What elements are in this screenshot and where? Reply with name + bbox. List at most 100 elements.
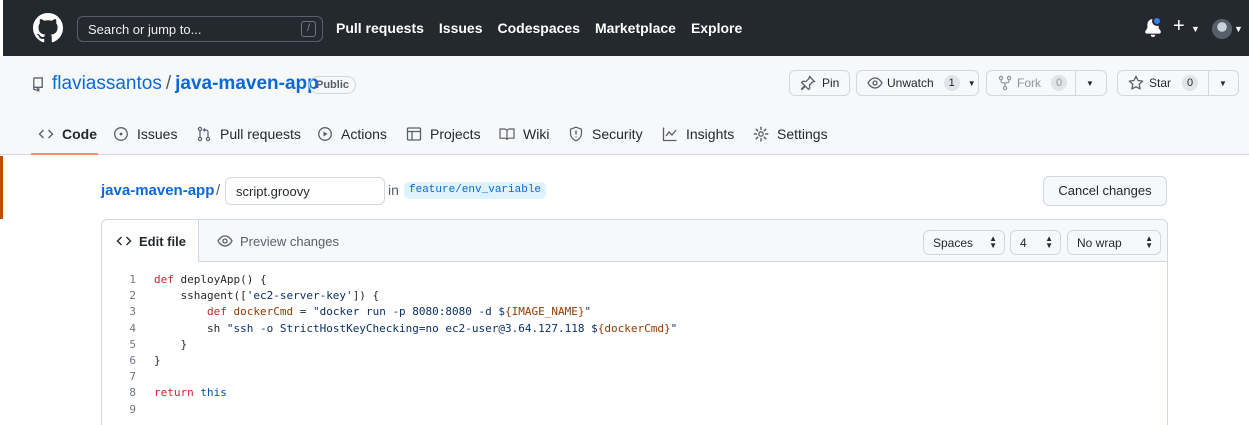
line-number: 1 bbox=[129, 273, 136, 286]
code-area[interactable]: 1 def deployApp() { 2 sshagent(['ec2-serv… bbox=[102, 272, 1167, 418]
code-line: 1 def deployApp() { bbox=[102, 272, 1167, 288]
eye-icon bbox=[867, 77, 883, 89]
editor-toolbar: Edit file Preview changes Spaces ▲ ▼ 4 ▲ ▼… bbox=[102, 220, 1167, 262]
fork-label: Fork bbox=[1017, 76, 1041, 90]
play-icon bbox=[318, 127, 332, 141]
tab-wiki[interactable]: Wiki bbox=[499, 126, 549, 142]
star-count: 0 bbox=[1182, 75, 1199, 91]
issue-opened-icon bbox=[114, 127, 128, 141]
line-content: } bbox=[154, 353, 161, 367]
code-line: 3 def dockerCmd = "docker run -p 8080:80… bbox=[102, 304, 1167, 320]
line-number: 5 bbox=[129, 337, 136, 351]
line-content: def deployApp() { bbox=[154, 273, 267, 286]
code-line: 2 sshagent(['ec2-server-key']) { bbox=[102, 288, 1167, 304]
unwatch-button[interactable]: Unwatch 1 ▼ bbox=[856, 70, 979, 96]
tab-preview-changes[interactable]: Preview changes bbox=[217, 233, 339, 249]
chevron-down-icon[interactable]: ▼ bbox=[1219, 79, 1227, 88]
nav-codespaces[interactable]: Codespaces bbox=[498, 20, 580, 36]
code-line: 9 bbox=[102, 402, 1167, 418]
tab-actions[interactable]: Actions bbox=[317, 126, 387, 142]
filename-input[interactable] bbox=[225, 177, 385, 205]
star-button[interactable]: Star 0 ▼ bbox=[1117, 70, 1239, 96]
pin-button[interactable]: Pin bbox=[789, 70, 850, 96]
line-content: sh "ssh -o StrictHostKeyChecking=no ec2-… bbox=[154, 321, 678, 335]
tab-projects-label: Projects bbox=[430, 126, 481, 142]
create-new-icon[interactable]: + bbox=[1173, 16, 1185, 36]
repo-title-separator: / bbox=[165, 73, 172, 94]
line-content: } bbox=[154, 337, 188, 351]
indent-mode-value: Spaces bbox=[933, 236, 974, 250]
line-number: 8 bbox=[129, 386, 136, 400]
search-shortcut-key: / bbox=[301, 21, 316, 37]
github-logo-icon[interactable] bbox=[33, 13, 63, 43]
wrap-mode-value: No wrap bbox=[1077, 236, 1122, 250]
avatar[interactable] bbox=[1212, 19, 1232, 39]
chevron-down-icon: ▼ bbox=[1191, 24, 1200, 34]
star-icon bbox=[1128, 75, 1144, 90]
tab-security[interactable]: Security bbox=[568, 126, 643, 142]
tab-wiki-label: Wiki bbox=[523, 126, 550, 142]
repo-header: flaviassantos / java-maven-app Public Pi… bbox=[0, 56, 1249, 155]
tab-security-label: Security bbox=[592, 126, 643, 142]
tab-edit-file[interactable]: Edit file bbox=[102, 220, 199, 262]
cancel-changes-button[interactable]: Cancel changes bbox=[1043, 176, 1167, 206]
repo-title: flaviassantos / java-maven-app bbox=[52, 73, 319, 95]
gear-icon bbox=[753, 126, 769, 142]
indent-size-select[interactable]: 4 ▲ ▼ bbox=[1010, 230, 1061, 255]
code-line: 6} bbox=[102, 353, 1167, 369]
pin-icon bbox=[800, 75, 816, 91]
wrap-mode-select[interactable]: No wrap ▲ ▼ bbox=[1067, 230, 1161, 255]
nav-marketplace[interactable]: Marketplace bbox=[595, 20, 676, 36]
chevron-down-icon[interactable]: ▼ bbox=[1086, 79, 1094, 88]
tab-settings-label: Settings bbox=[777, 126, 828, 142]
line-content bbox=[136, 402, 154, 418]
indent-mode-select[interactable]: Spaces ▲ ▼ bbox=[923, 230, 1005, 255]
selected-tab-indicator bbox=[31, 153, 98, 155]
line-content: return this bbox=[154, 386, 227, 400]
tab-code-label: Code bbox=[62, 126, 97, 142]
repo-tabs: Code Issues Pull requests Actions Projec… bbox=[0, 122, 1249, 155]
in-label: in bbox=[388, 182, 399, 198]
nav-explore[interactable]: Explore bbox=[691, 20, 742, 36]
watch-count: 1 bbox=[943, 75, 960, 91]
pin-label: Pin bbox=[822, 76, 840, 90]
fork-button[interactable]: Fork 0 ▼ bbox=[986, 70, 1107, 96]
repo-forked-icon bbox=[998, 75, 1012, 91]
fork-count: 0 bbox=[1051, 75, 1067, 91]
table-icon bbox=[406, 127, 422, 141]
search-input[interactable]: Search or jump to... / bbox=[77, 16, 323, 42]
line-number: 3 bbox=[129, 305, 136, 319]
tab-pull-requests[interactable]: Pull requests bbox=[196, 126, 301, 142]
edge-marker bbox=[0, 156, 3, 219]
eye-icon bbox=[217, 235, 233, 247]
repo-icon bbox=[33, 77, 43, 92]
line-number: 2 bbox=[129, 289, 136, 303]
code-line: 5 } bbox=[102, 337, 1167, 353]
tab-code[interactable]: Code bbox=[38, 126, 97, 142]
branch-label: feature/env_variable bbox=[404, 182, 547, 199]
search-placeholder: Search or jump to... bbox=[88, 22, 202, 37]
tab-edit-file-label: Edit file bbox=[139, 233, 186, 249]
select-arrows-icon: ▲ ▼ bbox=[989, 234, 997, 250]
tab-issues[interactable]: Issues bbox=[113, 126, 177, 142]
code-line: 4 sh "ssh -o StrictHostKeyChecking=no ec… bbox=[102, 321, 1167, 337]
tab-projects[interactable]: Projects bbox=[406, 126, 481, 142]
tab-insights[interactable]: Insights bbox=[662, 126, 734, 142]
breadcrumb-repo-link[interactable]: java-maven-app bbox=[101, 182, 214, 199]
tab-actions-label: Actions bbox=[341, 126, 387, 142]
line-number: 4 bbox=[129, 321, 136, 335]
breadcrumb-separator: / bbox=[216, 182, 221, 199]
line-content: def dockerCmd = "docker run -p 8080:8080… bbox=[206, 305, 592, 319]
nav-issues[interactable]: Issues bbox=[439, 20, 483, 36]
tab-settings[interactable]: Settings bbox=[753, 126, 828, 142]
code-icon bbox=[38, 129, 54, 139]
button-divider bbox=[1208, 71, 1210, 95]
repo-name-link[interactable]: java-maven-app bbox=[175, 73, 319, 95]
nav-pull-requests[interactable]: Pull requests bbox=[336, 20, 424, 36]
file-editor: Edit file Preview changes Spaces ▲ ▼ 4 ▲ ▼… bbox=[101, 219, 1168, 425]
line-number: 7 bbox=[129, 370, 136, 384]
shield-icon bbox=[569, 126, 583, 142]
repo-owner-link[interactable]: flaviassantos bbox=[52, 73, 162, 95]
unwatch-label: Unwatch bbox=[887, 76, 934, 90]
tab-preview-changes-label: Preview changes bbox=[240, 233, 339, 249]
